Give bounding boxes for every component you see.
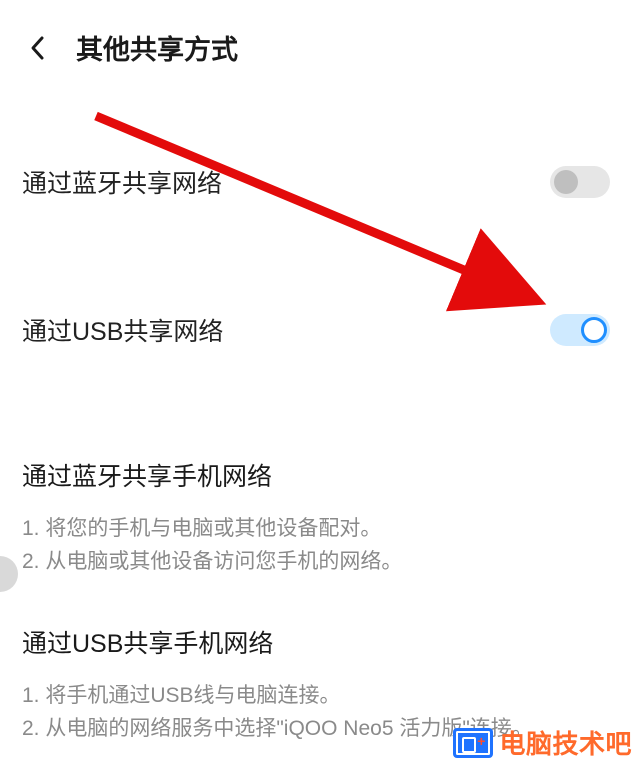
section-usb-body: 1. 将手机通过USB线与电脑连接。 2. 从电脑的网络服务中选择"iQOO N… [22,680,618,745]
usb-help-line2: 2. 从电脑的网络服务中选择"iQOO Neo5 活力版"连接。 [22,713,618,746]
usb-help-line1: 1. 将手机通过USB线与电脑连接。 [22,680,618,713]
row-usb-tether[interactable]: 通过USB共享网络 [0,295,640,365]
section-usb-title: 通过USB共享手机网络 [22,624,618,660]
section-bluetooth-title: 通过蓝牙共享手机网络 [22,457,618,493]
section-usb-help: 通过USB共享手机网络 1. 将手机通过USB线与电脑连接。 2. 从电脑的网络… [0,624,640,745]
bt-help-line2: 2. 从电脑或其他设备访问您手机的网络。 [22,546,618,579]
bt-help-line1: 1. 将您的手机与电脑或其他设备配对。 [22,513,618,546]
toggle-bluetooth[interactable] [550,166,610,198]
row-bluetooth-tether[interactable]: 通过蓝牙共享网络 [0,147,640,217]
back-button[interactable] [24,34,52,62]
toggle-usb[interactable] [550,314,610,346]
chevron-left-icon [28,34,48,62]
section-bluetooth-body: 1. 将您的手机与电脑或其他设备配对。 2. 从电脑或其他设备访问您手机的网络。 [22,513,618,578]
page-title: 其他共享方式 [76,28,238,67]
section-bluetooth-help: 通过蓝牙共享手机网络 1. 将您的手机与电脑或其他设备配对。 2. 从电脑或其他… [0,457,640,578]
header: 其他共享方式 [0,0,640,79]
row-usb-label: 通过USB共享网络 [22,312,223,348]
row-bluetooth-label: 通过蓝牙共享网络 [22,164,222,200]
